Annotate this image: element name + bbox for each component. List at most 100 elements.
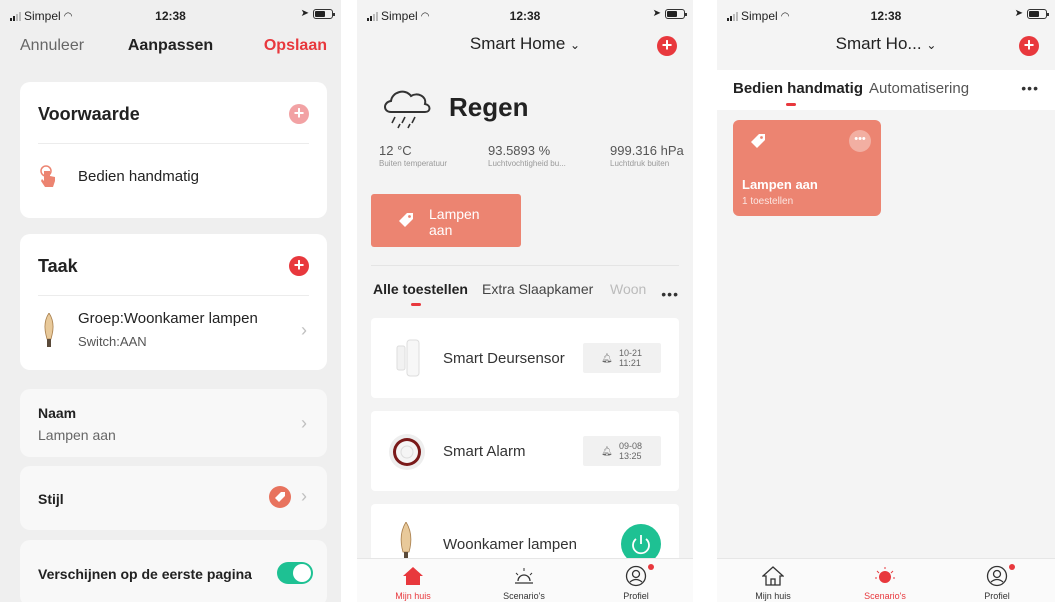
- scene-name: Lampen aan: [742, 177, 818, 192]
- name-row[interactable]: Naam Lampen aan ›: [20, 389, 327, 457]
- status-bar: Simpel ◠ 12:38 ➤: [357, 0, 693, 30]
- rain-cloud-icon: [384, 90, 431, 129]
- home-icon: [762, 566, 784, 586]
- bell-icon: 🔔︎: [601, 446, 613, 456]
- tag-icon: [751, 134, 765, 148]
- tab-scenes-label: Scenario's: [864, 591, 906, 601]
- sun-icon: [875, 567, 895, 583]
- tab-profile[interactable]: Profiel: [596, 563, 676, 601]
- add-button[interactable]: +: [657, 36, 677, 56]
- sun-icon: [515, 568, 533, 584]
- event-time: 11:21: [619, 358, 641, 368]
- notification-dot: [1009, 564, 1015, 570]
- chevron-down-icon: ⌄: [570, 38, 581, 52]
- scene-tile[interactable]: Lampen aan: [371, 194, 521, 247]
- edit-scene-screen: Simpel ◠ 12:38 ➤ Annuleer Aanpassen Opsla…: [0, 0, 341, 602]
- location-icon: ➤: [300, 8, 309, 19]
- device-name: Smart Deursensor: [443, 350, 565, 367]
- home-screen: Simpel ◠ 12:38 ➤ Smart Home ⌄ + Regen 12 …: [357, 0, 693, 602]
- bulb-icon: [44, 313, 54, 347]
- hand-tap-icon: [40, 165, 55, 187]
- tab-home-label: Mijn huis: [755, 591, 791, 601]
- tab-manual[interactable]: Bedien handmatig: [733, 80, 863, 106]
- style-color-swatch: [269, 486, 291, 508]
- device-name: Smart Alarm: [443, 443, 526, 460]
- device-card-door-sensor[interactable]: Smart Deursensor 🔔︎ 10-21 11:21: [371, 318, 679, 398]
- first-page-toggle[interactable]: [277, 562, 313, 584]
- divider: [371, 265, 679, 266]
- add-task-button[interactable]: +: [289, 256, 309, 276]
- first-page-row: Verschijnen op de eerste pagina: [20, 540, 327, 602]
- tab-home-label: Mijn huis: [395, 591, 431, 601]
- tab-scenes[interactable]: Scenario's: [845, 563, 925, 601]
- tab-home[interactable]: Mijn huis: [373, 563, 453, 601]
- more-icon[interactable]: •••: [1021, 80, 1039, 96]
- battery-icon: [1027, 8, 1049, 19]
- home-title: Smart Ho...: [835, 34, 922, 53]
- clock: 12:38: [870, 9, 902, 23]
- chevron-down-icon: ⌄: [926, 38, 937, 52]
- profile-icon: [986, 565, 1008, 587]
- chevron-right-icon: ›: [301, 320, 307, 340]
- condition-item-label: Bedien handmatig: [78, 168, 199, 185]
- clock: 12:38: [509, 9, 541, 23]
- cancel-button[interactable]: Annuleer: [20, 37, 84, 55]
- tab-automation[interactable]: Automatisering: [869, 80, 969, 97]
- tab-profile[interactable]: Profiel: [957, 563, 1037, 601]
- scene-tile-line2: aan: [429, 222, 453, 238]
- last-event-badge: 🔔︎ 09-08 13:25: [583, 436, 661, 466]
- home-selector[interactable]: Smart Ho... ⌄: [717, 34, 1055, 54]
- stat-label: Buiten temperatuur: [379, 159, 448, 168]
- tab-scenes-label: Scenario's: [503, 591, 545, 601]
- bell-icon: 🔔︎: [601, 353, 613, 363]
- stat-value: 93.5893 %: [488, 143, 551, 158]
- stat-value: 999.316 hPa: [610, 143, 684, 158]
- tab-all-devices[interactable]: Alle toestellen: [373, 281, 468, 306]
- scene-card[interactable]: ••• Lampen aan 1 toestellen: [733, 120, 881, 216]
- event-time: 13:25: [619, 451, 642, 461]
- stat-humidity: 93.5893 % Luchtvochtigheid bu...: [488, 143, 566, 168]
- task-item[interactable]: Groep:Woonkamer lampen Switch:AAN ›: [38, 296, 309, 370]
- stat-label: Luchtdruk buiten: [610, 159, 670, 168]
- tag-icon: [399, 213, 413, 227]
- name-label: Naam: [38, 405, 77, 421]
- location-icon: ➤: [1014, 8, 1023, 19]
- device-name: Woonkamer lampen: [443, 536, 577, 553]
- alarm-icon: [389, 434, 425, 470]
- more-icon[interactable]: •••: [661, 286, 679, 302]
- home-title: Smart Home: [469, 34, 566, 53]
- profile-icon: [625, 565, 647, 587]
- status-bar: Simpel ◠ 12:38 ➤: [717, 0, 1055, 30]
- save-button[interactable]: Opslaan: [264, 37, 327, 55]
- add-button[interactable]: +: [1019, 36, 1039, 56]
- condition-heading: Voorwaarde: [38, 104, 140, 124]
- condition-item[interactable]: Bedien handmatig: [38, 144, 309, 210]
- location-icon: ➤: [652, 8, 661, 19]
- tab-woonkamer[interactable]: Woon: [610, 281, 646, 297]
- scenes-screen: Simpel ◠ 12:38 ➤ Smart Ho... ⌄ + Bedien h…: [717, 0, 1055, 602]
- style-row[interactable]: Stijl ›: [20, 466, 327, 530]
- door-sensor-icon: [396, 339, 420, 377]
- weather-condition: Regen: [449, 92, 529, 122]
- scene-device-count: 1 toestellen: [742, 196, 794, 207]
- event-date: 10-21: [619, 348, 643, 358]
- scene-tile-line1: Lampen: [429, 206, 480, 222]
- scene-options-button[interactable]: •••: [849, 130, 871, 152]
- tab-profile-label: Profiel: [623, 591, 649, 601]
- stat-temperature: 12 °C Buiten temperatuur: [379, 143, 447, 168]
- tab-bar: Mijn huis Scenario's Profiel: [357, 558, 693, 602]
- device-card-alarm[interactable]: Smart Alarm 🔔︎ 09-08 13:25: [371, 411, 679, 491]
- tag-icon: [275, 492, 285, 502]
- stat-pressure: 999.316 hPa Luchtdruk buiten: [610, 143, 684, 168]
- event-date: 09-08: [619, 441, 643, 451]
- notification-dot: [648, 564, 654, 570]
- tab-extra-slaapkamer[interactable]: Extra Slaapkamer: [482, 281, 593, 297]
- scene-tabs: Bedien handmatig Automatisering •••: [717, 70, 1055, 110]
- tab-scenes[interactable]: Scenario's: [484, 563, 564, 601]
- stat-label: Luchtvochtigheid bu...: [488, 159, 566, 168]
- home-selector[interactable]: Smart Home ⌄: [357, 34, 693, 54]
- tab-profile-label: Profiel: [984, 591, 1010, 601]
- add-condition-button[interactable]: +: [289, 104, 309, 124]
- tab-home[interactable]: Mijn huis: [733, 563, 813, 601]
- task-card: Taak + Groep:Woonkamer lampen Switch:AAN…: [20, 234, 327, 370]
